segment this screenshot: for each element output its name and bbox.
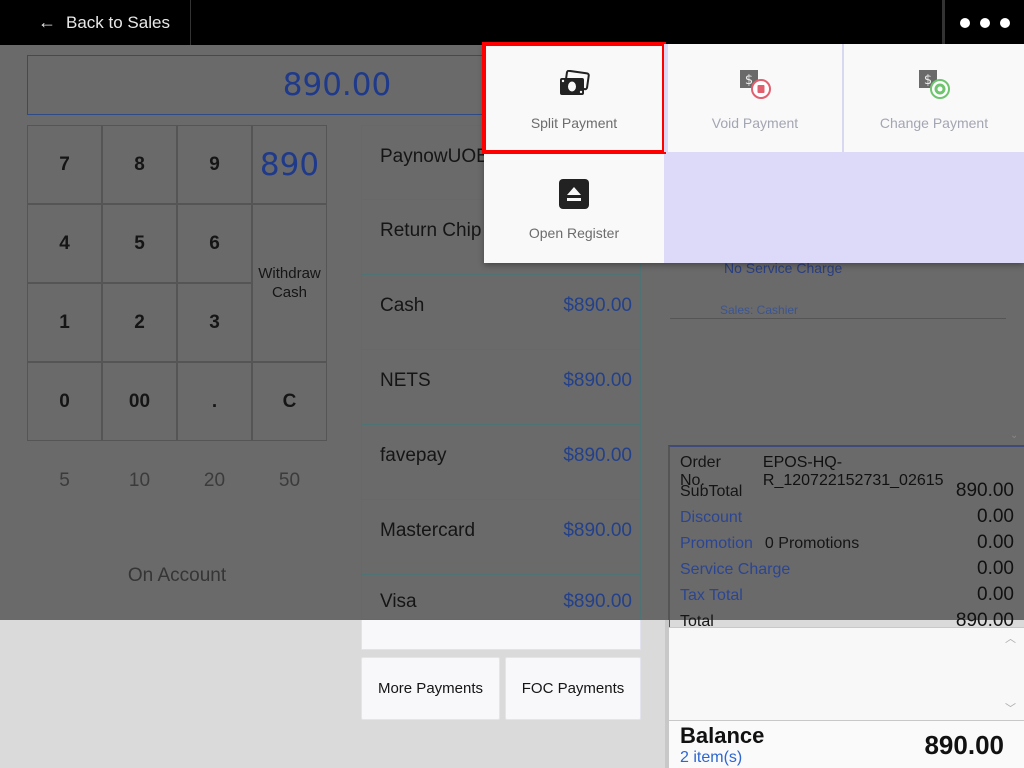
key-1[interactable]: 1: [27, 283, 102, 362]
balance-label: Balance: [680, 723, 765, 748]
service-charge-value: 0.00: [977, 558, 1014, 579]
item-count-link[interactable]: 2 item(s): [680, 749, 742, 767]
payment-amount: $890.00: [563, 520, 632, 541]
amount-display[interactable]: 890.00: [27, 55, 497, 115]
promotion-link[interactable]: Promotion: [680, 535, 753, 553]
key-00[interactable]: 00: [102, 362, 177, 441]
payment-amount: $890.00: [563, 295, 632, 316]
split-payment-menu-item[interactable]: Split Payment: [482, 42, 666, 154]
subtotal-value: 890.00: [955, 480, 1014, 501]
service-charge-row: Service Charge 0.00: [680, 558, 1014, 584]
payment-options-menu: Split Payment $ Void Payment $ Change Pa…: [482, 42, 1024, 263]
payment-name: Cash: [380, 295, 425, 316]
quick-amount-10[interactable]: 10: [102, 470, 177, 492]
menu-item-label: Change Payment: [879, 115, 989, 131]
change-payment-icon: $: [917, 68, 951, 100]
quick-amount-50[interactable]: 50: [252, 470, 327, 492]
cash-stack-icon: [558, 68, 590, 100]
eject-register-icon: [558, 178, 590, 210]
payment-name: NETS: [380, 370, 431, 391]
open-register-menu-item[interactable]: Open Register: [484, 154, 664, 263]
quick-amount-5[interactable]: 5: [27, 470, 102, 492]
withdraw-label-1: Withdraw: [258, 265, 321, 282]
void-payment-menu-item[interactable]: $ Void Payment: [668, 44, 842, 152]
more-dot-icon: [999, 17, 1010, 28]
key-2[interactable]: 2: [102, 283, 177, 362]
key-3[interactable]: 3: [177, 283, 252, 362]
menu-item-label: Split Payment: [530, 115, 618, 131]
back-label: Back to Sales: [66, 12, 170, 32]
numeric-keypad: 7 8 9 890 4 5 6 Withdraw Cash 1 2 3 0 00 …: [27, 125, 327, 441]
subtotal-label: SubTotal: [680, 483, 743, 500]
discount-link[interactable]: Discount: [680, 509, 742, 527]
tax-total-row: Tax Total 0.00: [680, 584, 1014, 610]
payment-name: Mastercard: [380, 520, 476, 541]
back-to-sales-button[interactable]: ← Back to Sales: [0, 0, 191, 45]
more-options-button[interactable]: [942, 0, 1024, 45]
payment-name: Return Chip: [380, 220, 482, 241]
change-payment-menu-item[interactable]: $ Change Payment: [844, 44, 1024, 152]
payment-amount: $890.00: [563, 591, 632, 612]
payment-list-footer: [361, 620, 641, 650]
key-4[interactable]: 4: [27, 204, 102, 283]
top-bar: ← Back to Sales: [0, 0, 1024, 45]
promotion-row: Promotion 0 Promotions 0.00: [680, 532, 1014, 558]
payment-name: Visa: [380, 591, 417, 612]
payment-name: PaynowUOB: [380, 145, 489, 167]
menu-divider: [664, 44, 666, 152]
key-8[interactable]: 8: [102, 125, 177, 204]
key-0[interactable]: 0: [27, 362, 102, 441]
payment-method-visa[interactable]: Visa $890.00: [361, 575, 641, 620]
promotion-count: 0 Promotions: [764, 535, 860, 552]
service-charge-link[interactable]: Service Charge: [680, 561, 790, 579]
chevron-up-icon[interactable]: ︿: [1005, 630, 1016, 646]
on-account-button[interactable]: On Account: [27, 565, 327, 587]
chevron-down-icon[interactable]: ﹀: [1005, 700, 1016, 716]
payment-name: favepay: [380, 445, 447, 466]
withdraw-label-2: Cash: [271, 284, 307, 301]
key-5[interactable]: 5: [102, 204, 177, 283]
promotion-value: 0.00: [977, 532, 1014, 553]
more-payments-button[interactable]: More Payments: [361, 657, 500, 720]
exact-amount-key[interactable]: 890: [252, 125, 327, 204]
key-6[interactable]: 6: [177, 204, 252, 283]
tax-total-link[interactable]: Tax Total: [680, 587, 743, 605]
balance-value: 890.00: [924, 730, 1004, 760]
withdraw-cash-key[interactable]: Withdraw Cash: [252, 204, 327, 362]
discount-row: Discount 0.00: [680, 506, 1014, 532]
order-summary: Order No. EPOS-HQ-R_120722152731_02615 S…: [668, 445, 1024, 636]
payment-method-mastercard[interactable]: Mastercard $890.00: [361, 500, 641, 575]
items-scroll-area[interactable]: ︿ ﹀: [669, 627, 1024, 720]
payment-amount: $890.00: [563, 370, 632, 391]
key-7[interactable]: 7: [27, 125, 102, 204]
key-clear[interactable]: C: [252, 362, 327, 441]
balance-bar: Balance 2 item(s) 890.00: [669, 720, 1024, 768]
more-dot-icon: [959, 17, 970, 28]
sales-person: Sales: Cashier: [720, 303, 799, 317]
key-9[interactable]: 9: [177, 125, 252, 204]
discount-value: 0.00: [977, 506, 1014, 527]
quick-amounts: 5 10 20 50: [27, 470, 327, 492]
menu-item-label: Void Payment: [711, 115, 799, 131]
order-number-row: Order No. EPOS-HQ-R_120722152731_02615: [680, 454, 1014, 489]
payment-amount: $890.00: [563, 445, 632, 466]
key-decimal[interactable]: .: [177, 362, 252, 441]
void-payment-icon: $: [738, 68, 772, 100]
payment-method-nets[interactable]: NETS $890.00: [361, 350, 641, 425]
tax-total-value: 0.00: [977, 584, 1014, 605]
more-dot-icon: [979, 17, 990, 28]
payment-method-favepay[interactable]: favepay $890.00: [361, 425, 641, 500]
chevron-down-icon[interactable]: ⌄: [1010, 430, 1018, 441]
arrow-left-icon: ←: [38, 12, 56, 32]
foc-payments-button[interactable]: FOC Payments: [505, 657, 641, 720]
payment-method-cash[interactable]: Cash $890.00: [361, 275, 641, 350]
menu-item-label: Open Register: [528, 225, 620, 241]
divider: [670, 318, 1006, 319]
quick-amount-20[interactable]: 20: [177, 470, 252, 492]
